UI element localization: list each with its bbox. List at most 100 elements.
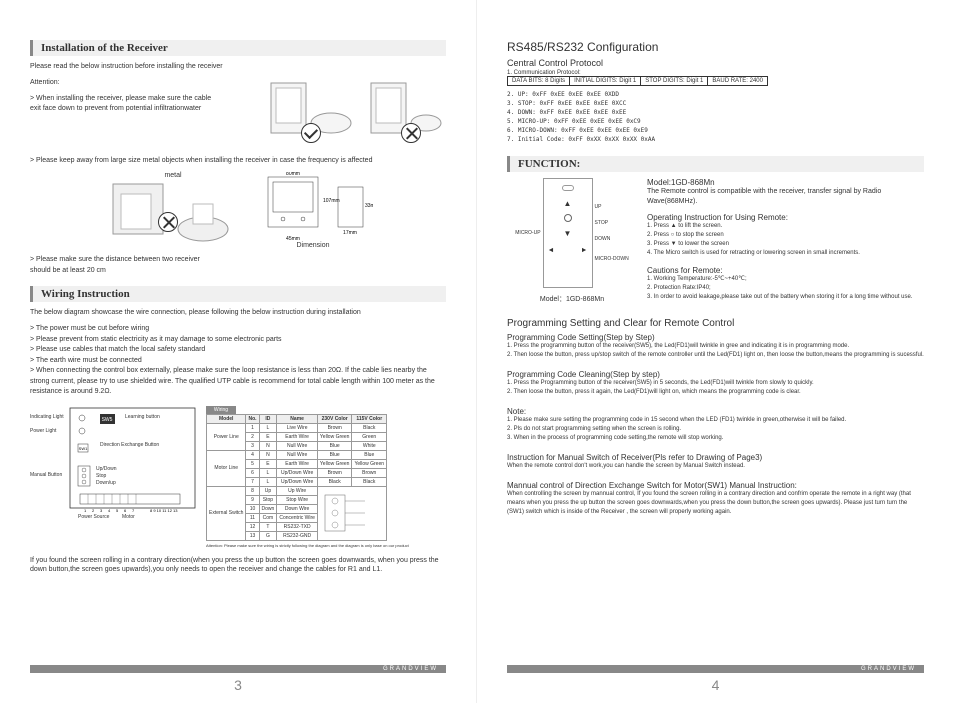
lbl-direction: Direction Exchange Button	[100, 442, 159, 448]
prog-sub1: Programming Code Setting(Step by Step)	[507, 333, 924, 342]
c: 3	[246, 441, 259, 450]
note-2: 3. When in the process of programming co…	[507, 434, 924, 443]
svg-text:5: 5	[116, 508, 119, 513]
c: Green	[352, 432, 387, 441]
led-icon	[562, 185, 574, 191]
function-row: MICRO-UP ▲ ▼ ◄ ► UP STOP DOWN MICRO-DOWN…	[507, 178, 924, 304]
svg-text:7: 7	[132, 508, 135, 513]
brand-bar: GRANDVIEW	[30, 665, 446, 673]
lbl-motor: Motor	[122, 514, 135, 520]
lbl-manual: Manual Button	[30, 472, 62, 478]
c: Power Line	[207, 423, 246, 450]
c: External Switch	[207, 486, 246, 540]
micro-right-icon: ►	[581, 247, 588, 254]
c: Black	[352, 423, 387, 432]
ps2-0: 1. Press the Programming button of the r…	[507, 379, 924, 388]
c: 11	[246, 513, 259, 522]
down-label: DOWN	[595, 236, 629, 242]
function-header: FUNCTION:	[507, 156, 924, 172]
c: Yellow Green	[352, 459, 387, 468]
section-installation-header: Installation of the Receiver	[30, 40, 446, 56]
micro-down-label: MICRO-DOWN	[595, 256, 629, 262]
lbl-downup: Down/up	[96, 480, 116, 486]
svg-text:80mm: 80mm	[286, 172, 300, 177]
model-desc: The Remote control is compatible with th…	[647, 187, 924, 207]
c: Blue	[317, 450, 352, 459]
svg-text:4: 4	[108, 508, 111, 513]
wh-5: 115V Color	[352, 414, 387, 423]
svg-text:6: 6	[124, 508, 127, 513]
footer-left: GRANDVIEW 3	[30, 665, 446, 693]
stop-circle-icon	[564, 214, 572, 222]
wb-4: > When connecting the control box extern…	[30, 366, 446, 398]
manual-text: When the remote control don't work,you c…	[507, 462, 924, 471]
intro-text: Please read the below instruction before…	[30, 62, 446, 72]
c: E	[259, 459, 277, 468]
note-1: 2. Pls do not start programming setting …	[507, 425, 924, 434]
c: E	[259, 432, 277, 441]
ps2-1: 2. Then loose the button, press it again…	[507, 388, 924, 397]
lbl-learning: Learning button	[125, 414, 160, 420]
c: 1	[246, 423, 259, 432]
cau-2: 3. In order to avoid leakage,please take…	[647, 293, 924, 302]
ps1-1: 2. Then loose the button, press up/stop …	[507, 351, 924, 360]
pc-2: STOP DIGITS: Digit 1	[641, 77, 708, 86]
op-0: 1. Press ▲ to lift the screen.	[647, 222, 924, 231]
remote-model-caption: Model：1GD-868Mn	[507, 294, 637, 304]
code-4: 6. MICRO-DOWN: 0xFF 0xEE 0xEE 0xEE 0xE9	[507, 126, 924, 135]
check-icon	[301, 123, 321, 143]
code-1: 3. STOP: 0xFF 0xEE 0xEE 0xEE 0XCC	[507, 99, 924, 108]
bullet-3a: > Please make sure the distance between …	[30, 255, 446, 266]
wb-1: > Please prevent from static electricity…	[30, 335, 446, 346]
c: 13	[246, 531, 259, 540]
wh-1: No.	[246, 414, 259, 423]
c: 9	[246, 495, 259, 504]
code-5: 7. Initial Code: 0xFF 0xXX 0xXX 0xXX 0xA…	[507, 135, 924, 144]
c: 12	[246, 522, 259, 531]
wb-3: > The earth wire must be connected	[30, 356, 446, 367]
svg-text:2: 2	[92, 508, 95, 513]
c: 8	[246, 486, 259, 495]
svg-text:1: 1	[84, 508, 87, 513]
c: Stop Wire	[277, 495, 318, 504]
wb-0: > The power must be cut before wiring	[30, 324, 446, 335]
up-label: UP	[595, 204, 629, 210]
c: Com	[259, 513, 277, 522]
c: Up	[259, 486, 277, 495]
svg-text:8 9 10 11 12 13: 8 9 10 11 12 13	[150, 508, 178, 513]
wiring-footnote: If you found the screen rolling in a con…	[30, 556, 446, 576]
c: Black	[352, 477, 387, 486]
micro-left-icon: ◄	[548, 247, 555, 254]
wiring-table-wrapper: Wiring Model No. ID Name 230V Color 115V…	[206, 406, 436, 548]
wiring-diagram-row: SW5 SW1 1 2 3 4 5 6	[30, 406, 446, 548]
c: L	[259, 423, 277, 432]
pc-0: DATA BITS: 8 Digits	[508, 77, 570, 86]
c: L	[259, 477, 277, 486]
bullet-1a: > When installing the receiver, please m…	[30, 94, 256, 105]
pc-3: BAUD RATE: 2400	[708, 77, 768, 86]
c: Brown	[352, 468, 387, 477]
c: Null Wire	[277, 441, 318, 450]
c: Null Wire	[277, 450, 318, 459]
svg-text:107mm: 107mm	[323, 198, 340, 204]
attention-label: Attention:	[30, 78, 256, 88]
dir-heading: Mannual control of Direction Exchange Sw…	[507, 481, 924, 490]
page-right: RS485/RS232 Configuration Central Contro…	[477, 0, 954, 703]
svg-text:SW1: SW1	[79, 446, 88, 451]
wb-2: > Please use cables that match the local…	[30, 345, 446, 356]
c: White	[352, 441, 387, 450]
metal-diagram-row: metal 80mm 107mm 33mm 17mm 45mm	[30, 172, 446, 249]
down-arrow-icon: ▼	[564, 229, 572, 238]
c: 7	[246, 477, 259, 486]
lbl-indicating: Indicating Light	[30, 414, 64, 420]
wiring-table: Model No. ID Name 230V Color 115V Color …	[206, 414, 387, 541]
cross-icon	[401, 123, 421, 143]
wh-0: Model	[207, 414, 246, 423]
code-2: 4. DOWN: 0xFF 0xEE 0xEE 0xEE 0xEE	[507, 108, 924, 117]
code-0: 2. UP: 0xFF 0xEE 0xEE 0xEE 0XDD	[507, 90, 924, 99]
bullet-2: > Please keep away from large size metal…	[30, 156, 446, 167]
c: 2	[246, 432, 259, 441]
stop-label: STOP	[595, 220, 629, 226]
c: 10	[246, 504, 259, 513]
c: 5	[246, 459, 259, 468]
